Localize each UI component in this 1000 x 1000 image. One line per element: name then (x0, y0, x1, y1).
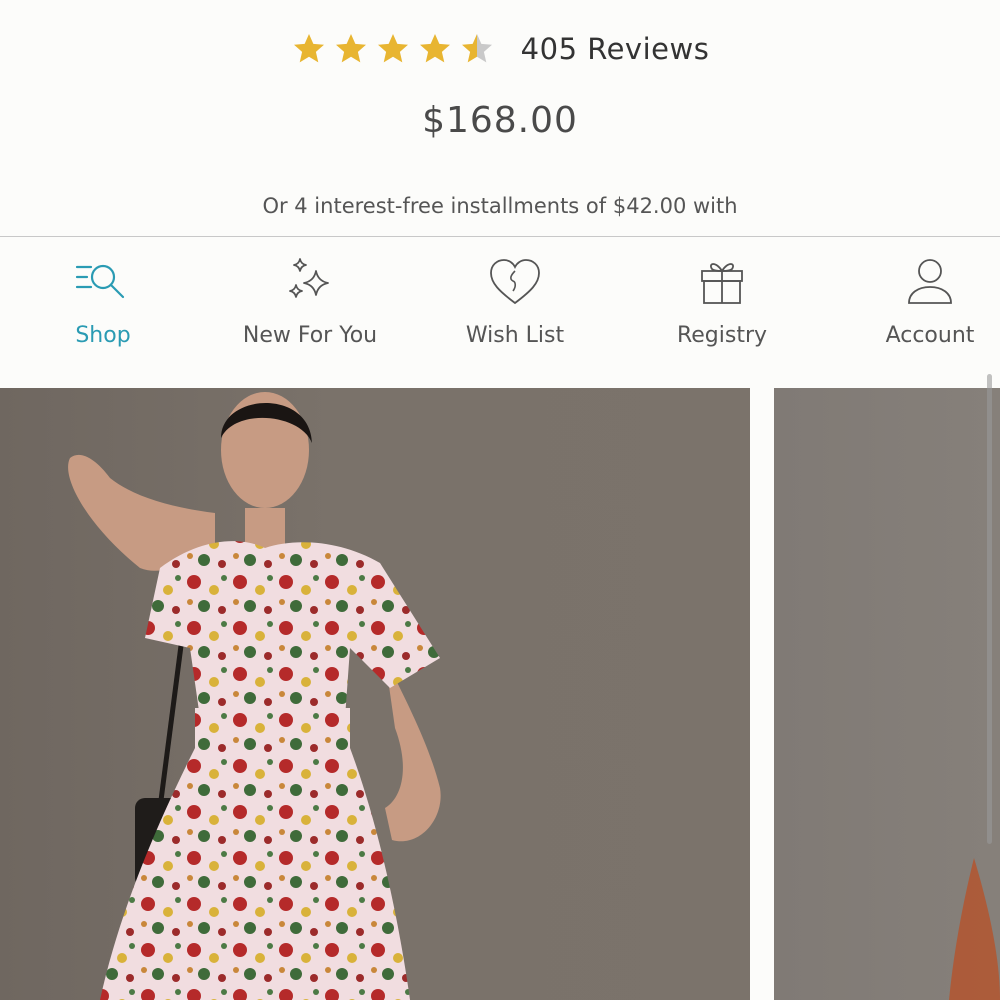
tab-account[interactable]: Account (870, 237, 990, 369)
tab-wish-list[interactable]: Wish List (455, 237, 575, 369)
next-image-preview (949, 858, 1000, 1000)
gift-icon (701, 263, 743, 304)
tab-new-for-you[interactable]: New For You (225, 237, 395, 369)
search-list-icon (75, 264, 125, 299)
person-icon (908, 259, 952, 304)
bottom-tab-bar: Shop New For You Wish List Registry Acco… (0, 236, 1000, 369)
tab-label: Account (885, 323, 975, 348)
heart-icon (490, 259, 540, 305)
tab-shop[interactable]: Shop (43, 237, 163, 369)
star-rating (291, 31, 495, 67)
star-full-icon (377, 34, 408, 63)
reviews-link[interactable]: 405 Reviews (521, 32, 710, 66)
star-full-icon (293, 34, 324, 63)
star-full-icon (335, 34, 366, 63)
tab-registry[interactable]: Registry (662, 237, 782, 369)
product-image-gallery[interactable] (0, 368, 1000, 1000)
star-half-icon (461, 34, 492, 63)
installments-text: Or 4 interest-free installments of $42.0… (262, 194, 738, 218)
product-price: $168.00 (422, 100, 578, 141)
sparkles-icon (289, 258, 329, 298)
model-illustration (68, 392, 441, 1000)
rating-row[interactable]: 405 Reviews (0, 24, 1000, 74)
scrollbar[interactable] (987, 374, 992, 844)
tab-label: Registry (676, 323, 768, 348)
tab-label: Shop (75, 323, 131, 348)
product-image-next[interactable] (774, 388, 1000, 1000)
star-full-icon (419, 34, 450, 63)
tab-label: New For You (242, 323, 378, 348)
product-image-main[interactable] (0, 388, 750, 1000)
tab-label: Wish List (465, 323, 565, 348)
